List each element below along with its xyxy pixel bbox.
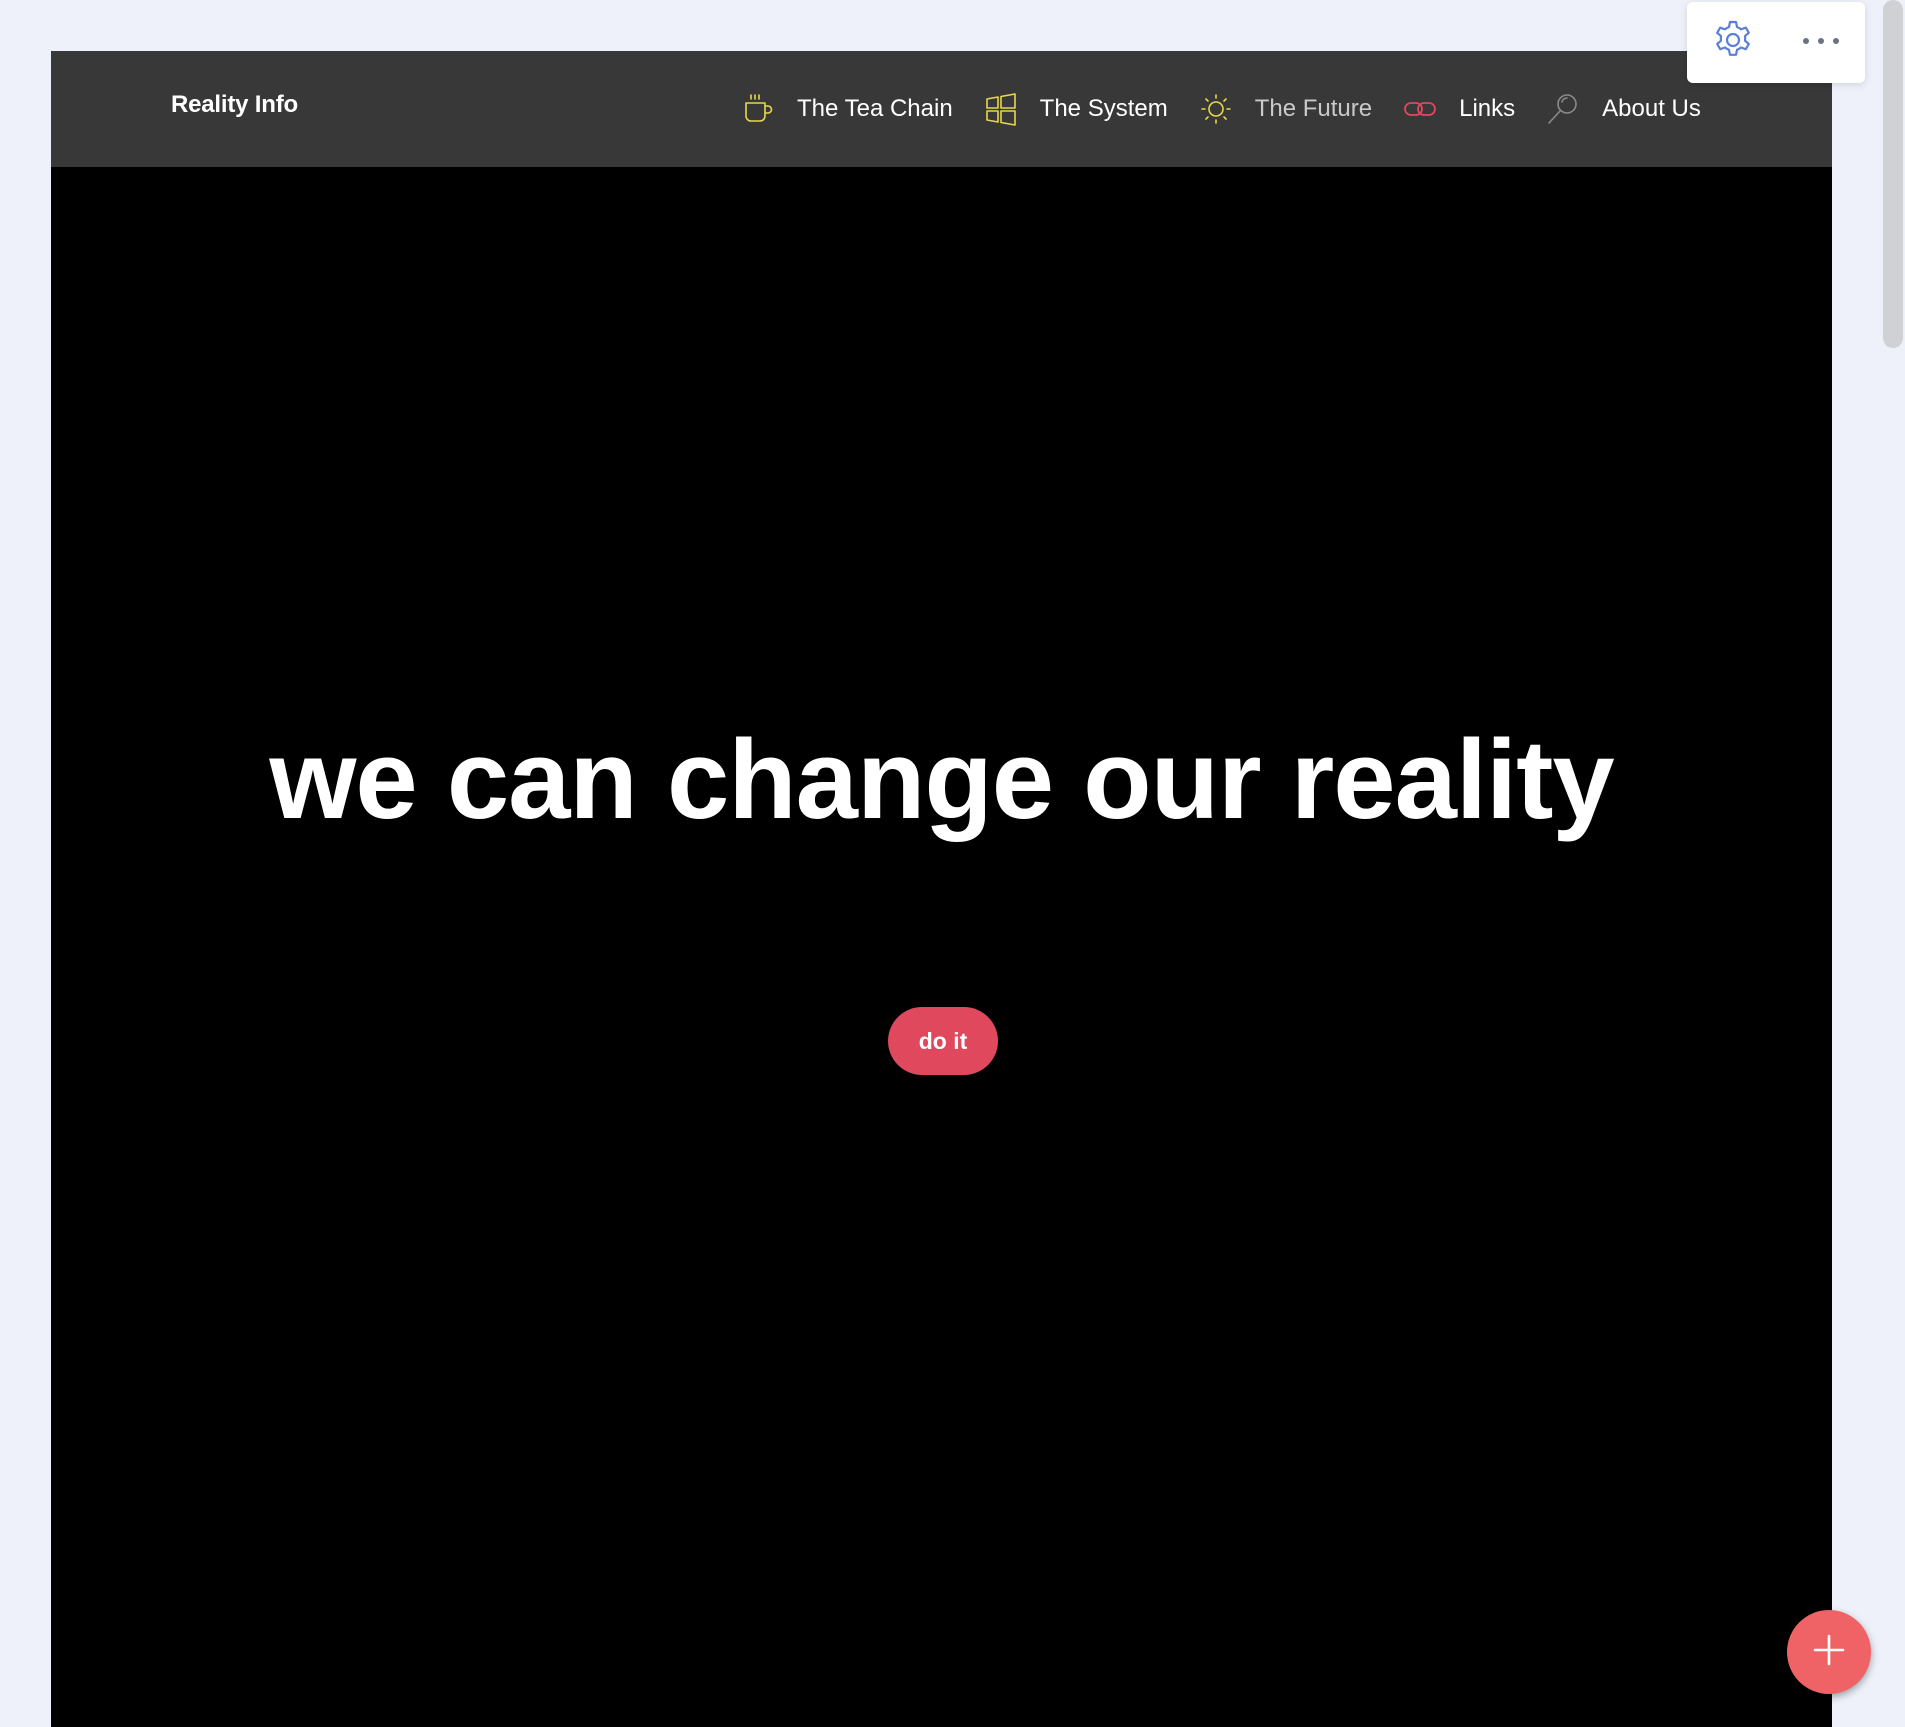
more-button[interactable] bbox=[1791, 13, 1851, 73]
nav-label: Links bbox=[1459, 95, 1516, 122]
cup-icon bbox=[741, 92, 775, 126]
main-nav: The Tea Chain The System The Future Link… bbox=[741, 84, 1701, 134]
nav-item-links[interactable]: Links bbox=[1403, 92, 1515, 126]
editor-toolbar bbox=[1687, 2, 1865, 83]
hero-headline: we can change our reality bbox=[269, 717, 1614, 842]
page-frame: Reality Info The Tea Chain The System Th… bbox=[51, 51, 1832, 1727]
windows-icon bbox=[984, 92, 1018, 126]
gear-icon bbox=[1712, 19, 1754, 66]
add-fab-button[interactable] bbox=[1787, 1610, 1871, 1694]
nav-label: The Future bbox=[1254, 95, 1373, 122]
nav-label: The System bbox=[1039, 95, 1168, 122]
nav-item-the-future[interactable]: The Future bbox=[1199, 92, 1372, 126]
navbar: Reality Info The Tea Chain The System Th… bbox=[51, 51, 1832, 167]
hero-section: we can change our reality do it bbox=[51, 167, 1832, 1727]
magnifier-icon bbox=[1546, 92, 1580, 126]
nav-item-about-us[interactable]: About Us bbox=[1546, 92, 1701, 126]
do-it-button[interactable]: do it bbox=[888, 1007, 998, 1075]
brand-title[interactable]: Reality Info bbox=[171, 91, 298, 119]
scrollbar-thumb[interactable] bbox=[1883, 0, 1903, 348]
settings-button[interactable] bbox=[1703, 13, 1763, 73]
nav-item-the-tea-chain[interactable]: The Tea Chain bbox=[741, 92, 953, 126]
link-icon bbox=[1403, 92, 1437, 126]
sun-icon bbox=[1199, 92, 1233, 126]
nav-label: About Us bbox=[1602, 95, 1701, 122]
plus-icon bbox=[1812, 1633, 1846, 1672]
nav-label: The Tea Chain bbox=[797, 95, 953, 122]
nav-item-the-system[interactable]: The System bbox=[984, 92, 1168, 126]
more-horizontal-icon bbox=[1800, 34, 1842, 52]
